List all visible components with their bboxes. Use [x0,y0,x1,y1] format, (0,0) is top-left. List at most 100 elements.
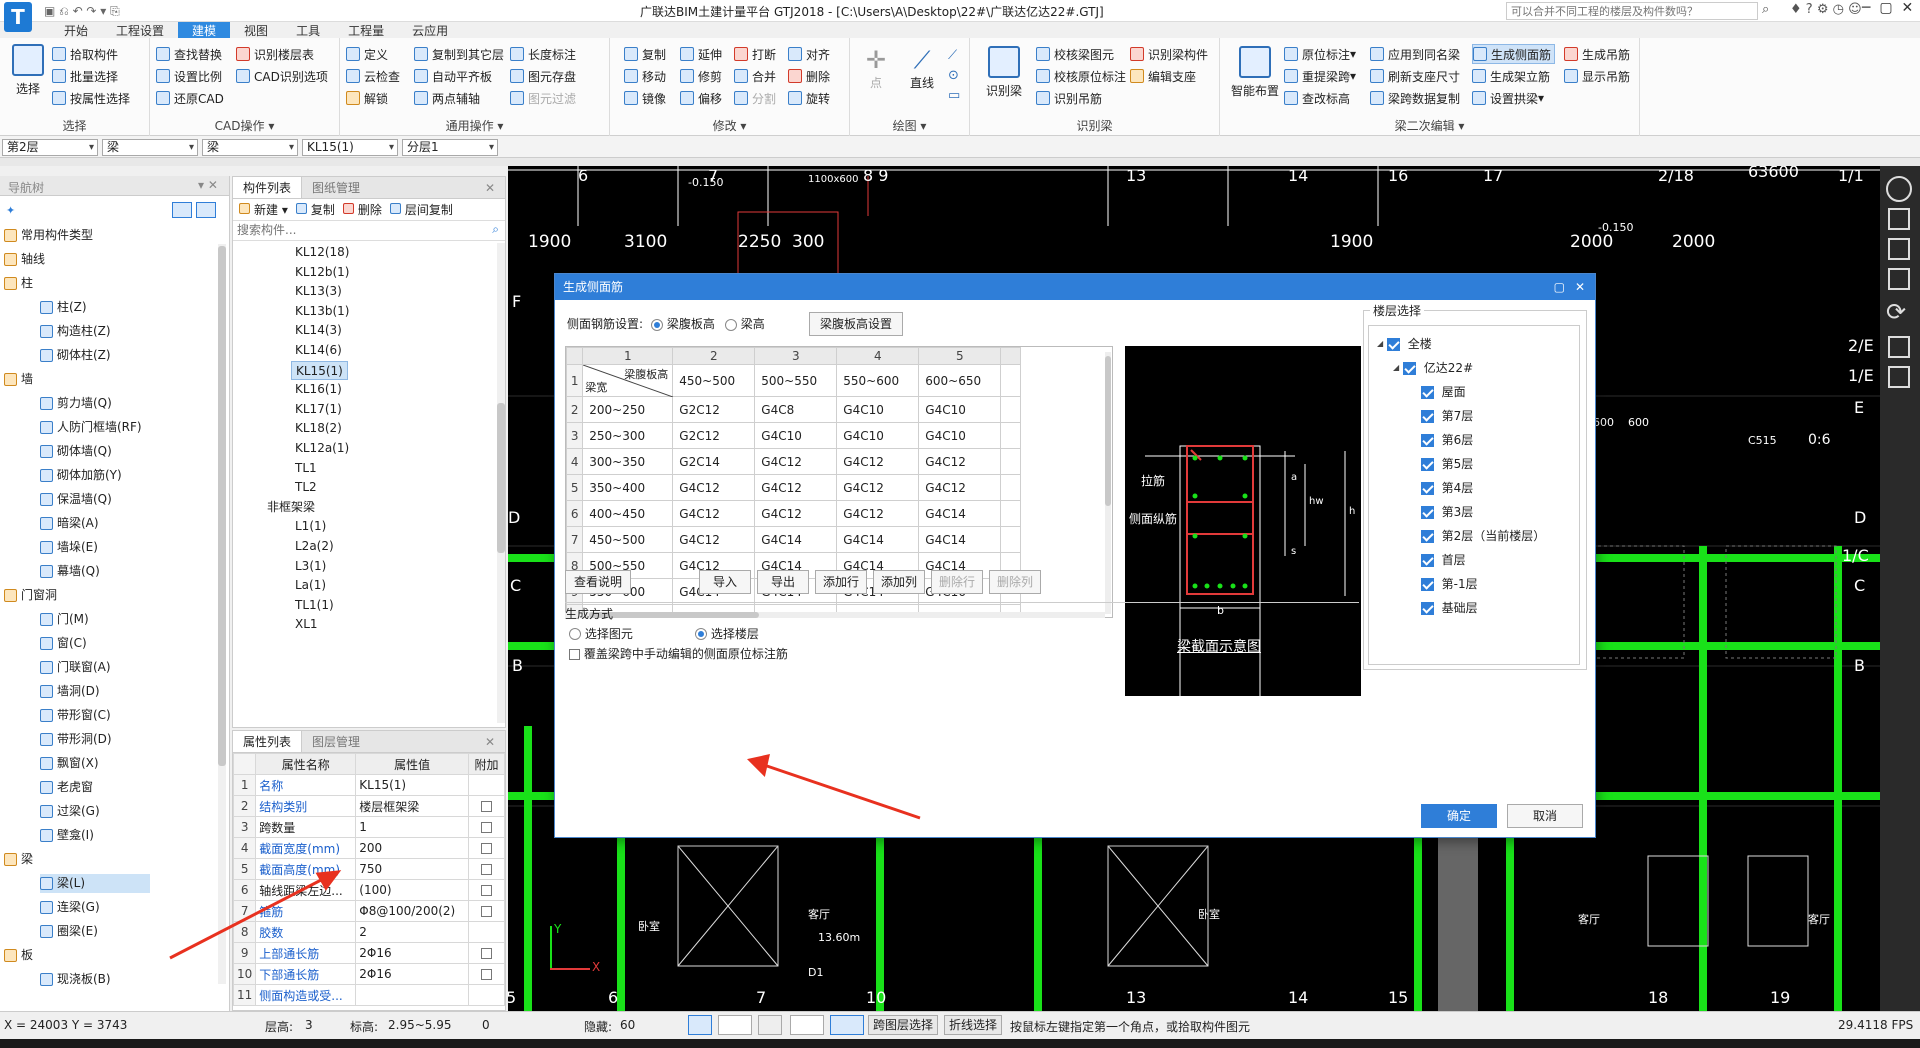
recognize-hanger-button[interactable]: 识别吊筋 [1036,88,1102,108]
grid-view-icon[interactable] [196,202,216,218]
rebar-cell[interactable]: G4C12 [672,474,756,501]
ortho-toggle[interactable] [688,1015,712,1035]
property-extra[interactable] [468,963,505,985]
navtree-item[interactable]: 构造柱(Z) [40,322,111,341]
property-extra[interactable] [468,921,505,943]
navtree-item[interactable]: 圈梁(E) [40,922,98,941]
navtree-item[interactable]: 墙洞(D) [40,682,100,701]
type-select[interactable]: 梁 [202,139,298,156]
checkbox-icon[interactable] [1421,601,1434,615]
navtree-item[interactable]: 保温墙(Q) [40,490,112,509]
floor-checkbox-item[interactable]: 基础层 [1421,598,1478,618]
grid-vscroll[interactable] [1105,352,1111,614]
navtree-item[interactable]: 门联窗(A) [40,658,111,677]
rebar-row[interactable]: 3 250~300 G2C12 G4C10 G4C10 G4C10 [566,422,1022,449]
floor-tree-node[interactable]: ◢ 亿达22# [1393,358,1473,378]
property-value[interactable] [355,984,469,1006]
component-item[interactable]: L2a(2) [295,537,334,556]
rebar-cell[interactable]: G4C12 [836,448,920,475]
expand-icon[interactable]: ◢ [1393,358,1399,378]
navtree-item[interactable]: 砌体墙(Q) [40,442,112,461]
component-search-input[interactable] [233,221,473,239]
star-icon[interactable]: ✦ [6,204,15,217]
generate-side-bar-button[interactable]: 生成侧面筋 [1472,44,1556,64]
component-item[interactable]: XL1 [295,615,318,634]
quick-access-icons[interactable]: ▣ ⎌ ↶ ↷ ▾ ⎘ [44,4,120,19]
element-filter-button[interactable]: 图元过滤 [510,88,576,108]
help-search-input[interactable] [1506,2,1758,20]
navtree-item[interactable]: 过梁(G) [40,802,100,821]
component-item[interactable]: KL14(6) [295,341,342,360]
col-header[interactable]: 550~600 [836,364,920,397]
select-by-attr-button[interactable]: 按属性选择 [52,88,130,108]
in-situ-mark-button[interactable]: 原位标注 ▾ [1284,44,1356,64]
component-item[interactable]: KL12a(1) [295,439,349,458]
property-value[interactable]: 1 [355,816,469,838]
property-value[interactable]: KL15(1) [355,774,469,796]
recog-floor-table-button[interactable]: 识别楼层表 [236,44,314,64]
rebar-row[interactable]: 5 350~400 G4C12 G4C12 G4C12 G4C12 [566,474,1022,501]
checkbox-icon[interactable] [1421,529,1434,543]
navtree-category[interactable]: 梁 [4,850,33,869]
checkbox-icon[interactable] [1421,505,1434,519]
component-item[interactable]: TL1 [295,459,317,478]
rebar-cell[interactable]: G4C10 [836,422,920,449]
delete-button[interactable]: 删除 [788,66,830,86]
component-item[interactable]: La(1) [295,576,326,595]
property-row[interactable]: 8 胶数 2 [232,921,505,943]
orbit-icon[interactable] [1886,176,1912,202]
rebar-cell[interactable]: G4C12 [754,474,838,501]
navtree-category[interactable]: 板 [4,946,33,965]
length-dimension-button[interactable]: 长度标注 [510,44,576,64]
window-controls[interactable]: ─ ▢ ✕ [1862,0,1913,16]
mirror-button[interactable]: 镜像 [624,88,666,108]
cancel-button[interactable]: 取消 [1507,804,1583,828]
checkbox-icon[interactable] [1421,553,1434,567]
width-range-cell[interactable]: 450~500 [582,526,674,553]
col-header[interactable]: 450~500 [672,364,756,397]
rebar-cell[interactable]: G4C10 [836,396,920,423]
navtree-item[interactable]: 人防门框墙(RF) [40,418,142,437]
rebar-cell[interactable]: G2C12 [672,422,756,449]
width-range-cell[interactable]: 250~300 [582,422,674,449]
property-value[interactable]: 2 [355,921,469,943]
floor-checkbox-item[interactable]: 第4层 [1421,478,1473,498]
snap-toggle[interactable] [718,1015,752,1035]
search-icon[interactable]: ⌕ [492,222,499,237]
checkbox-icon[interactable] [1421,409,1434,423]
rebar-cell[interactable]: G2C14 [672,448,756,475]
navtree-item[interactable]: 砌体柱(Z) [40,346,111,365]
grid-toggle[interactable] [758,1015,782,1035]
break-button[interactable]: 打断 [734,44,776,64]
floor-checkbox-item[interactable]: 第5层 [1421,454,1473,474]
rebar-cell[interactable]: G4C10 [918,396,1002,423]
rebar-cell[interactable]: G4C10 [754,422,838,449]
batch-select-button[interactable]: 批量选择 [52,66,118,86]
set-scale-button[interactable]: 设置比例 [156,66,222,86]
floor-checkbox-item[interactable]: 屋面 [1421,382,1466,402]
col-header[interactable]: 600~650 [918,364,1002,397]
pin-icon[interactable]: ▾ ✕ [198,178,218,192]
navtree-item[interactable]: 带形洞(D) [40,730,112,749]
scroll-thumb[interactable] [589,612,759,618]
property-value[interactable]: 200 [355,837,469,859]
auto-align-slab-button[interactable]: 自动平齐板 [414,66,492,86]
app-logo[interactable]: T [4,2,32,32]
property-extra[interactable] [468,984,505,1006]
copy-button[interactable]: 复制 [624,44,666,64]
trim-button[interactable]: 修剪 [680,66,722,86]
checkbox-icon[interactable] [481,864,492,875]
navtree-item[interactable]: 门(M) [40,610,89,629]
checkbox-icon[interactable] [481,885,492,896]
property-row[interactable]: 11 侧面构造或受... [232,984,505,1006]
recognize-beam-comp-button[interactable]: 识别梁构件 [1130,44,1208,64]
property-extra[interactable] [468,858,505,880]
navtree-category[interactable]: 门窗洞 [4,586,57,605]
property-row[interactable]: 1 名称 KL15(1) [232,774,505,796]
split-button[interactable]: 分割 [734,88,776,108]
component-item[interactable]: L1(1) [295,517,326,536]
radio-beam-height[interactable]: 梁高 [724,314,765,334]
component-item[interactable]: KL15(1) [291,360,348,380]
expand-icon[interactable]: ◢ [1377,334,1383,354]
property-row[interactable]: 5 截面高度(mm) 750 [232,858,505,880]
